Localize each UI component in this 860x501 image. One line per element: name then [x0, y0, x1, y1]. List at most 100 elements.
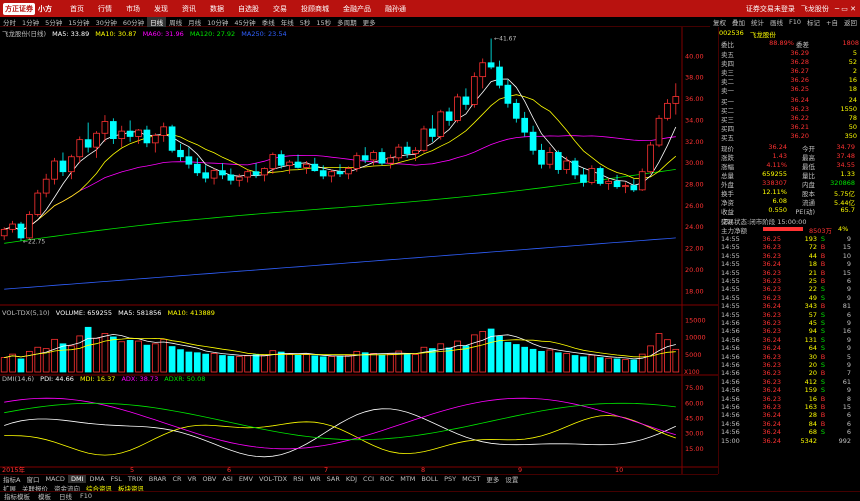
tick-row: 14:55 36.23 49 S 9 — [719, 294, 859, 302]
toolbar-btn-4[interactable]: F10 — [789, 18, 801, 26]
volume-bar — [143, 344, 151, 373]
indicator-tab-23[interactable]: MCST — [459, 475, 483, 483]
indicator-tab-16[interactable]: SAR — [324, 475, 343, 483]
toolbar-btn-6[interactable]: +自 — [826, 17, 838, 27]
sell-price-1: 36.28 — [790, 58, 809, 66]
tick-dir: S — [820, 386, 826, 395]
status-bar: 指标模板 模板 日线 F10 — [0, 491, 860, 501]
toolbar-btn-2[interactable]: 统计 — [751, 17, 764, 27]
indicator-tab-22[interactable]: PSY — [441, 475, 459, 483]
indicator-tab-19[interactable]: ROC — [377, 475, 397, 483]
tick-time: 14:56 — [721, 403, 740, 411]
indicator-tab-13[interactable]: VOL-TDX — [256, 475, 290, 483]
tick-time: 14:55 — [721, 243, 740, 252]
indicator-tab-7[interactable]: BRAR — [146, 475, 170, 483]
candle-body — [101, 121, 109, 134]
tick-price: 36.23 — [762, 377, 781, 386]
tick-price: 36.25 — [762, 235, 781, 243]
period-0[interactable]: 分时 — [0, 17, 19, 27]
period-5[interactable]: 60分钟 — [120, 17, 147, 27]
period-14[interactable]: 15秒 — [313, 17, 334, 27]
menu-item-2[interactable]: 市场 — [119, 4, 147, 14]
menu-item-1[interactable]: 行情 — [91, 4, 119, 14]
tick-time: 14:55 — [721, 277, 740, 285]
status-item-3[interactable]: F10 — [76, 492, 96, 500]
tick-count: 9 — [846, 319, 851, 327]
menu-item-6[interactable]: 自选股 — [231, 4, 266, 14]
menu-item-7[interactable]: 交易 — [266, 4, 294, 14]
period-1[interactable]: 1分钟 — [19, 17, 42, 27]
indicator-tab-20[interactable]: MTM — [397, 475, 418, 483]
indicator-tab-18[interactable]: CCI — [360, 475, 377, 483]
tick-count: 16 — [842, 327, 851, 336]
menu-item-3[interactable]: 发现 — [147, 4, 175, 14]
chart-area[interactable]: 40.00 38.00 36.00 34.00 32.00 30.00 28.00 26.00… — [0, 27, 718, 474]
adxr-line — [4, 402, 676, 441]
toolbar-btn-7[interactable]: 返回 — [844, 17, 857, 27]
y-tick-label: 22.00 — [685, 245, 704, 253]
period-11[interactable]: 季线 — [259, 17, 278, 27]
tick-vol: 20 — [808, 369, 817, 378]
indicator-tab-11[interactable]: ASI — [219, 475, 236, 483]
window-controls[interactable]: ─ ▭ ✕ — [835, 5, 856, 13]
candle-body — [109, 121, 117, 139]
period-16[interactable]: 更多 — [360, 17, 379, 27]
indicator-tab-10[interactable]: OBV — [199, 475, 219, 483]
period-15[interactable]: 多周期 — [334, 17, 360, 27]
period-12[interactable]: 年线 — [278, 17, 297, 27]
stat-row-1: 涨跌 1.43 最高 37.48 — [719, 152, 859, 162]
period-13[interactable]: 5秒 — [297, 17, 314, 27]
tick-vol: 30 — [808, 352, 817, 361]
volume-bar — [126, 339, 134, 373]
tick-count: 7 — [846, 369, 851, 378]
period-8[interactable]: 月线 — [185, 17, 204, 27]
tick-vol: 193 — [804, 235, 817, 243]
menu-item-0[interactable]: 首页 — [63, 4, 91, 14]
tick-vol: 21 — [808, 268, 817, 277]
period-7[interactable]: 周线 — [166, 17, 185, 27]
menu-item-9[interactable]: 金融产品 — [336, 4, 378, 14]
menu-item-10[interactable]: 融孙通 — [378, 4, 413, 14]
tick-vol: 25 — [808, 277, 817, 285]
toolbar-btn-3[interactable]: 画线 — [770, 17, 783, 27]
menu-item-8[interactable]: 投顾商城 — [294, 4, 336, 14]
volume-bar — [378, 354, 386, 373]
candle-body — [345, 168, 352, 175]
period-4[interactable]: 30分钟 — [93, 17, 120, 27]
candle-body — [294, 161, 302, 168]
kline-chart-svg[interactable]: 40.00 38.00 36.00 34.00 32.00 30.00 28.00 26.00… — [0, 27, 718, 474]
period-6[interactable]: 日线 — [147, 16, 167, 27]
candle-body — [135, 129, 142, 137]
sell-label-3: 卖二 — [721, 78, 734, 86]
volume-bar — [504, 342, 512, 373]
adx-value: ADX: 38.73 — [121, 375, 159, 383]
login-status[interactable]: 证券交易未登录 — [746, 4, 795, 14]
period-2[interactable]: 5分钟 — [42, 17, 65, 27]
indicator-tab-12[interactable]: EMV — [236, 475, 256, 483]
menu-item-5[interactable]: 数据 — [203, 4, 231, 14]
indicator-tab-17[interactable]: KDJ — [343, 475, 360, 483]
candle-body — [512, 102, 520, 119]
toolbar-btn-1[interactable]: 叠加 — [732, 17, 745, 27]
period-10[interactable]: 45分钟 — [231, 17, 258, 27]
tick-row: 14:55 36.23 57 S 6 — [719, 311, 859, 319]
mdi-value: MDI: 16.37 — [79, 375, 116, 383]
menu-item-4[interactable]: 资讯 — [175, 4, 203, 14]
toolbar-btn-0[interactable]: 复权 — [713, 17, 726, 27]
volume-bar — [34, 346, 42, 373]
candle-body — [17, 223, 25, 239]
pdi-value: PDI: 44.66 — [40, 375, 74, 383]
indicator-tab-8[interactable]: CR — [169, 475, 184, 483]
toolbar-btn-5[interactable]: 标记 — [807, 17, 820, 27]
tick-price: 36.24 — [762, 260, 781, 269]
tick-row: 14:55 36.23 44 B 10 — [719, 252, 859, 260]
period-9[interactable]: 10分钟 — [204, 17, 231, 27]
volume-bar — [554, 352, 562, 373]
volume-bar — [596, 357, 604, 373]
indicator-tab-14[interactable]: RSI — [290, 475, 307, 483]
indicator-tab-21[interactable]: BOLL — [418, 475, 441, 483]
indicator-tab-15[interactable]: WR — [307, 475, 324, 483]
period-3[interactable]: 15分钟 — [65, 17, 92, 27]
sell-price-4: 36.25 — [790, 85, 809, 93]
indicator-tab-9[interactable]: VR — [185, 475, 200, 483]
